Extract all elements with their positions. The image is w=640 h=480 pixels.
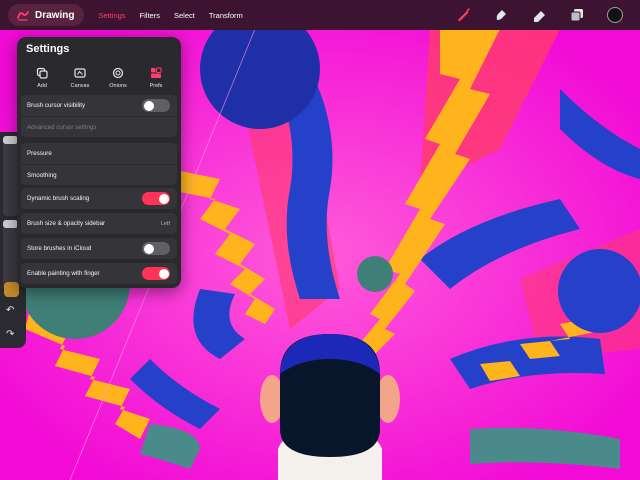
brush-cursor-row[interactable]: Brush cursor visibility (21, 95, 177, 116)
smudge-tool-button[interactable] (490, 4, 512, 26)
tab-add[interactable]: Add (23, 63, 61, 91)
dynamic-scaling-label: Dynamic brush scaling (27, 195, 90, 202)
tab-canvas-label: Canvas (70, 83, 90, 89)
undo-icon[interactable]: ↶ (6, 305, 14, 316)
canvas-icon (74, 68, 86, 78)
prefs-icon (151, 67, 162, 78)
dynamic-scaling-group: Dynamic brush scaling (21, 188, 177, 209)
opacity-handle[interactable] (3, 220, 18, 228)
menu-transform[interactable]: Transform (209, 11, 243, 20)
menu-filters[interactable]: Filters (140, 11, 160, 20)
opacity-slider[interactable] (3, 220, 18, 290)
icloud-group: Store brushes in iCloud (21, 238, 177, 259)
app-title: Drawing (35, 9, 75, 21)
app-logo-icon (17, 11, 29, 21)
advanced-cursor-row[interactable]: Advanced cursor settings (21, 116, 177, 137)
color-swatch (607, 7, 623, 23)
smoothing-label: Smoothing (27, 171, 57, 179)
settings-tabs: Add Canvas Onions Prefs (23, 63, 175, 91)
sidebar-position-label: Brush size & opacity sidebar (27, 220, 106, 227)
top-toolbar: Drawing Settings Filters Select Transfor… (0, 0, 640, 30)
sidebar-position-group: Brush size & opacity sidebar Left (21, 213, 177, 234)
pressure-label: Pressure (27, 150, 52, 157)
sidebar-position-value: Left (160, 220, 170, 227)
dynamic-scaling-toggle[interactable] (142, 192, 170, 205)
pressure-group: Pressure Smoothing (21, 143, 177, 185)
finger-painting-toggle[interactable] (142, 267, 170, 280)
finger-painting-label: Enable painting with finger (27, 270, 100, 277)
menu-settings[interactable]: Settings (98, 11, 125, 20)
icloud-row[interactable]: Store brushes in iCloud (21, 238, 177, 259)
brush-cursor-label: Brush cursor visibility (27, 102, 86, 109)
icloud-toggle[interactable] (142, 242, 170, 255)
pressure-row[interactable]: Pressure (21, 143, 177, 164)
advanced-cursor-label: Advanced cursor settings (27, 123, 97, 131)
gallery-button[interactable]: Drawing (8, 4, 85, 26)
brush-cursor-toggle[interactable] (142, 99, 170, 112)
menu-select[interactable]: Select (174, 11, 195, 20)
brush-icon (458, 8, 470, 22)
tab-onions[interactable]: Onions (99, 63, 137, 91)
redo-icon[interactable]: ↷ (6, 329, 14, 340)
brush-size-slider[interactable] (3, 136, 18, 216)
icloud-label: Store brushes in iCloud (27, 245, 92, 252)
settings-title: Settings (26, 43, 70, 55)
eraser-icon (534, 11, 545, 22)
modify-button[interactable] (4, 282, 19, 297)
finger-painting-row[interactable]: Enable painting with finger (21, 263, 177, 284)
smudge-icon (496, 10, 506, 20)
tab-prefs-label: Prefs (149, 83, 163, 89)
sidebar-position-row[interactable]: Brush size & opacity sidebar Left (21, 213, 177, 234)
tab-prefs[interactable]: Prefs (137, 63, 175, 91)
tab-canvas[interactable]: Canvas (61, 63, 99, 91)
smoothing-row[interactable]: Smoothing (21, 164, 177, 185)
tab-onions-label: Onions (109, 83, 127, 89)
onion-skin-icon (112, 67, 124, 79)
settings-panel: Settings Add Canvas Onions Prefs Brush c… (17, 37, 181, 288)
brush-size-handle[interactable] (3, 136, 18, 144)
add-icon (36, 67, 48, 79)
cursor-group: Brush cursor visibility Advanced cursor … (21, 95, 177, 137)
tool-group (452, 4, 626, 26)
layers-icon (570, 9, 583, 22)
eraser-tool-button[interactable] (528, 4, 550, 26)
dynamic-scaling-row[interactable]: Dynamic brush scaling (21, 188, 177, 209)
tab-add-label: Add (37, 83, 47, 89)
finger-painting-group: Enable painting with finger (21, 263, 177, 284)
layers-button[interactable] (566, 4, 588, 26)
brush-tool-button[interactable] (452, 4, 474, 26)
color-button[interactable] (604, 4, 626, 26)
